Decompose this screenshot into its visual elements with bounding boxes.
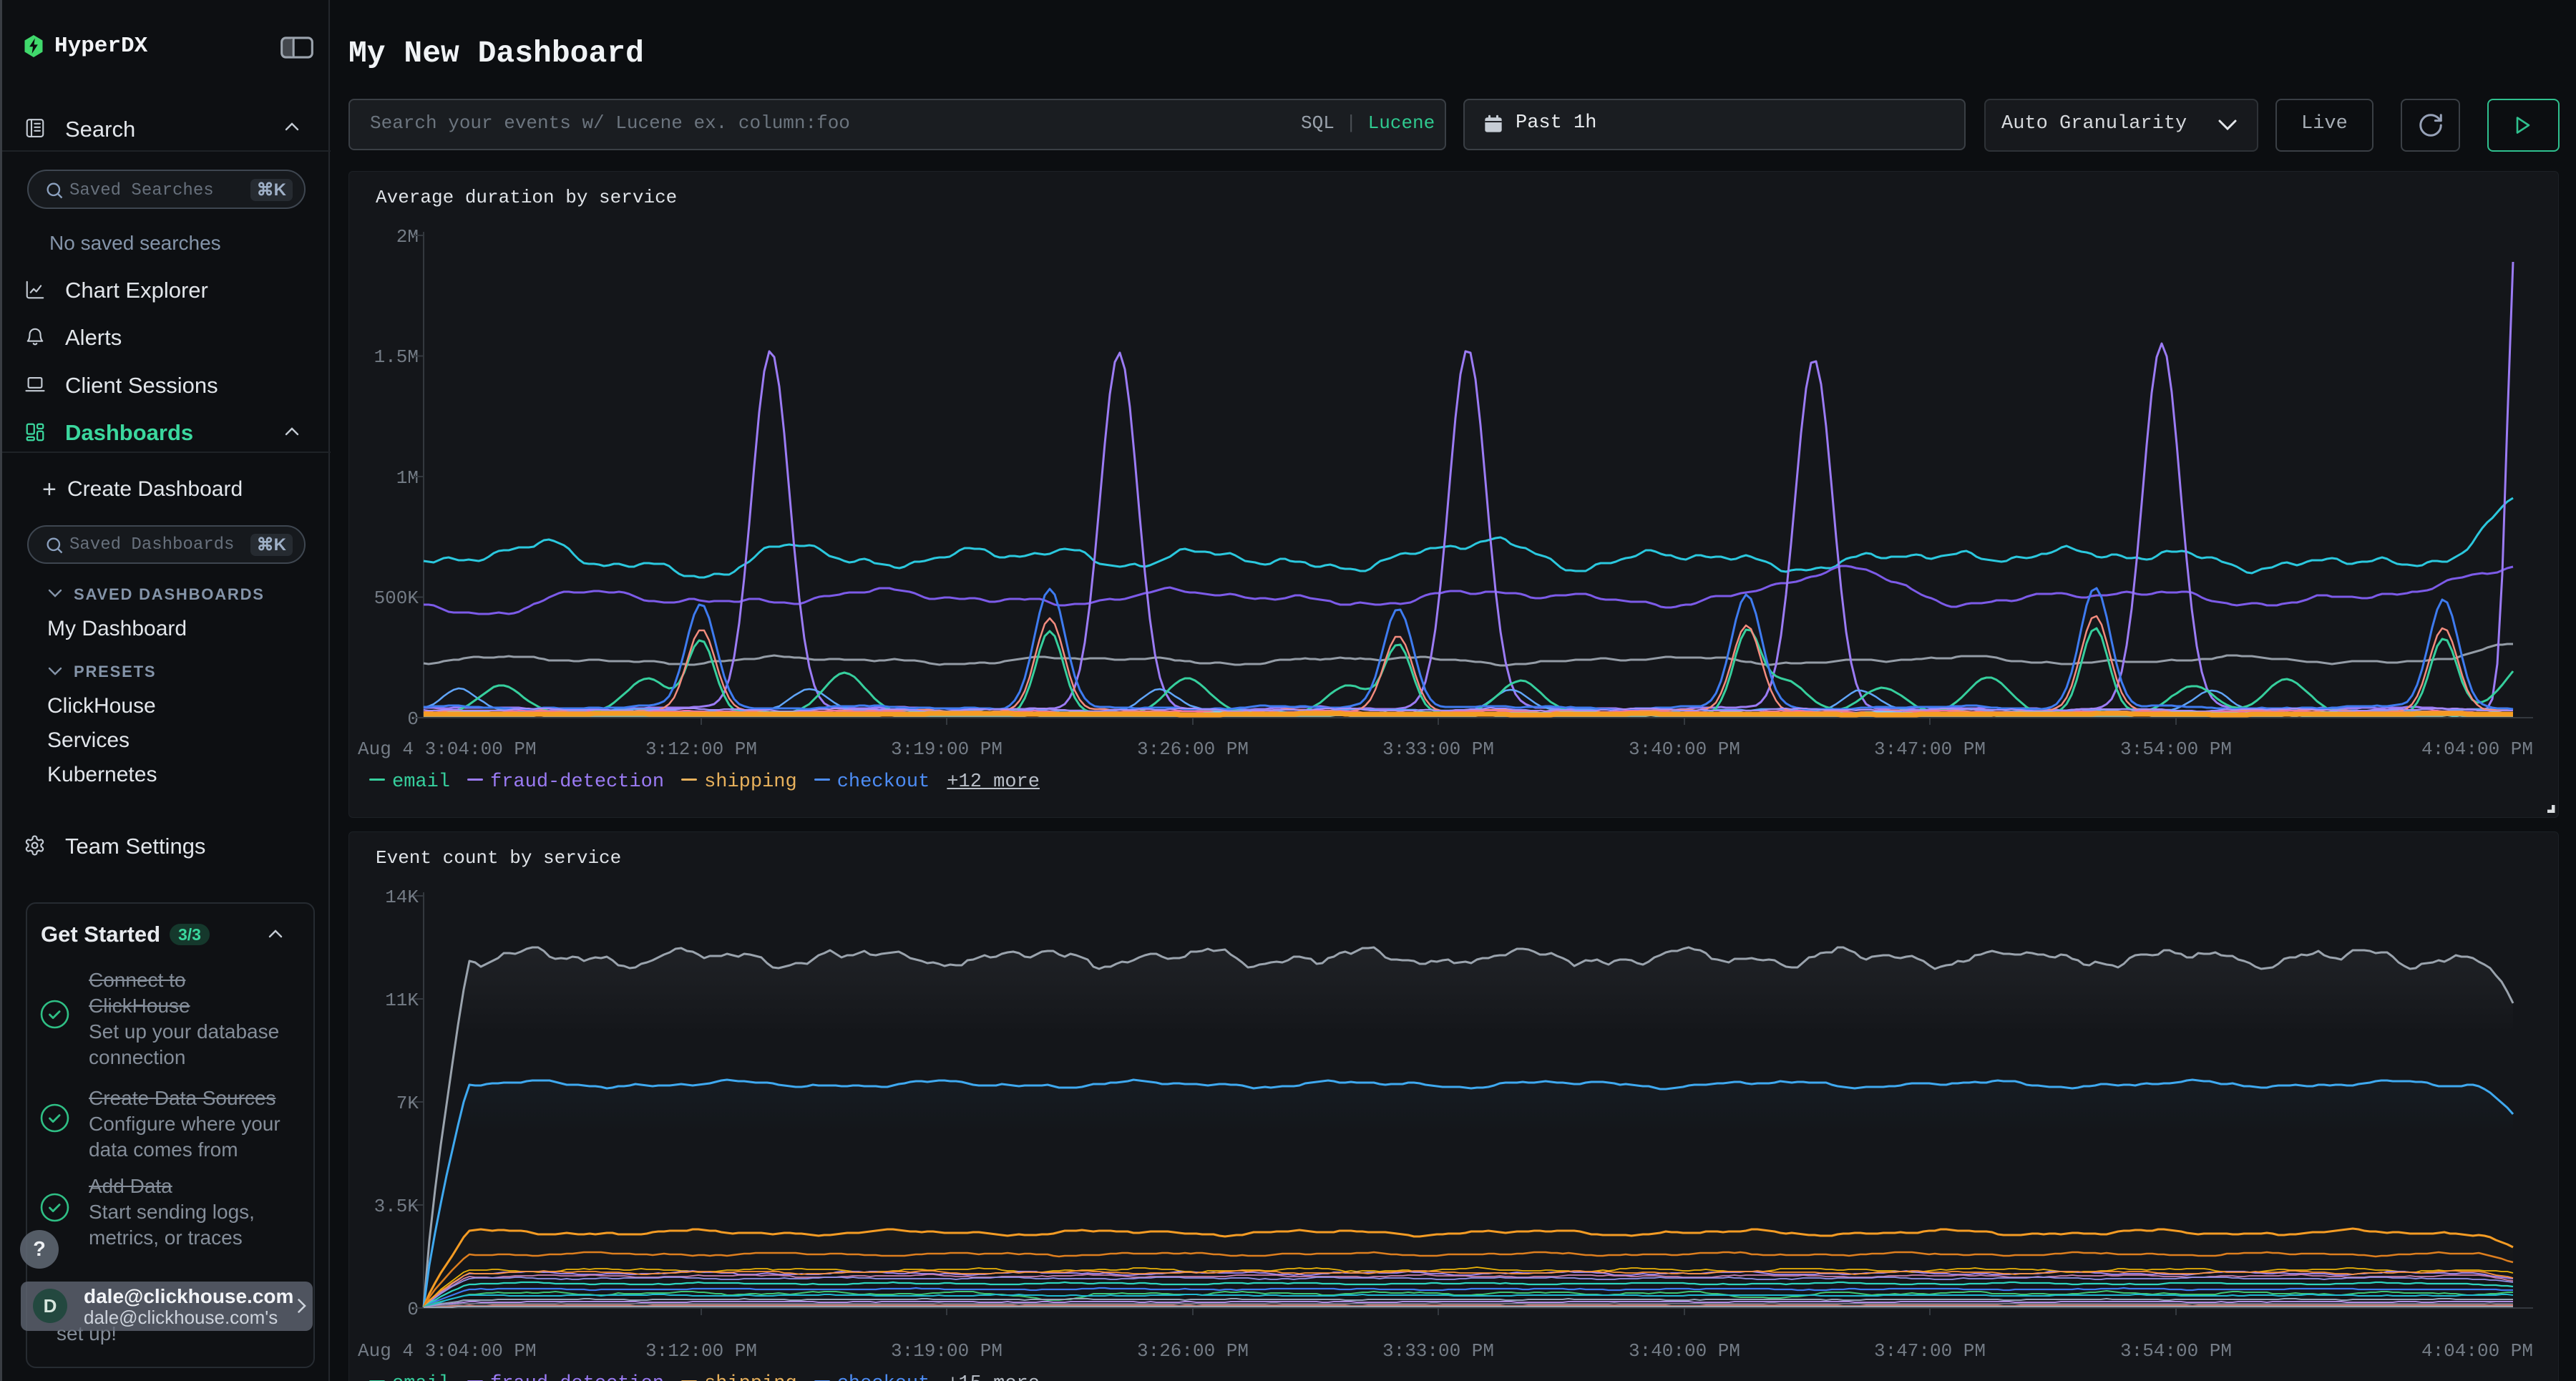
- svg-text:0: 0: [407, 708, 419, 730]
- svg-text:500K: 500K: [374, 587, 419, 609]
- svg-text:11K: 11K: [385, 990, 419, 1011]
- svg-text:3:12:00 PM: 3:12:00 PM: [645, 1340, 757, 1362]
- svg-text:3:19:00 PM: 3:19:00 PM: [891, 738, 1002, 760]
- svg-text:3:40:00 PM: 3:40:00 PM: [1629, 738, 1740, 760]
- svg-text:3:19:00 PM: 3:19:00 PM: [891, 1340, 1002, 1362]
- svg-text:3:54:00 PM: 3:54:00 PM: [2120, 738, 2232, 760]
- svg-text:1.5M: 1.5M: [374, 346, 419, 368]
- svg-text:3:54:00 PM: 3:54:00 PM: [2120, 1340, 2232, 1362]
- svg-text:Aug 4 3:04:00 PM: Aug 4 3:04:00 PM: [358, 738, 537, 760]
- svg-text:3:12:00 PM: 3:12:00 PM: [645, 738, 757, 760]
- svg-text:3:26:00 PM: 3:26:00 PM: [1137, 738, 1249, 760]
- svg-text:3:33:00 PM: 3:33:00 PM: [1382, 738, 1494, 760]
- svg-text:3:47:00 PM: 3:47:00 PM: [1874, 738, 1986, 760]
- svg-text:3:33:00 PM: 3:33:00 PM: [1382, 1340, 1494, 1362]
- svg-text:4:04:00 PM: 4:04:00 PM: [2421, 1340, 2533, 1362]
- svg-text:Aug 4 3:04:00 PM: Aug 4 3:04:00 PM: [358, 1340, 537, 1362]
- svg-text:3:40:00 PM: 3:40:00 PM: [1629, 1340, 1740, 1362]
- svg-text:3.5K: 3.5K: [374, 1196, 419, 1217]
- svg-text:3:47:00 PM: 3:47:00 PM: [1874, 1340, 1986, 1362]
- svg-text:2M: 2M: [396, 226, 419, 248]
- svg-text:0: 0: [407, 1299, 419, 1320]
- svg-text:4:04:00 PM: 4:04:00 PM: [2421, 738, 2533, 760]
- svg-text:14K: 14K: [385, 887, 419, 908]
- svg-text:7K: 7K: [396, 1093, 419, 1114]
- svg-text:1M: 1M: [396, 467, 419, 489]
- svg-text:3:26:00 PM: 3:26:00 PM: [1137, 1340, 1249, 1362]
